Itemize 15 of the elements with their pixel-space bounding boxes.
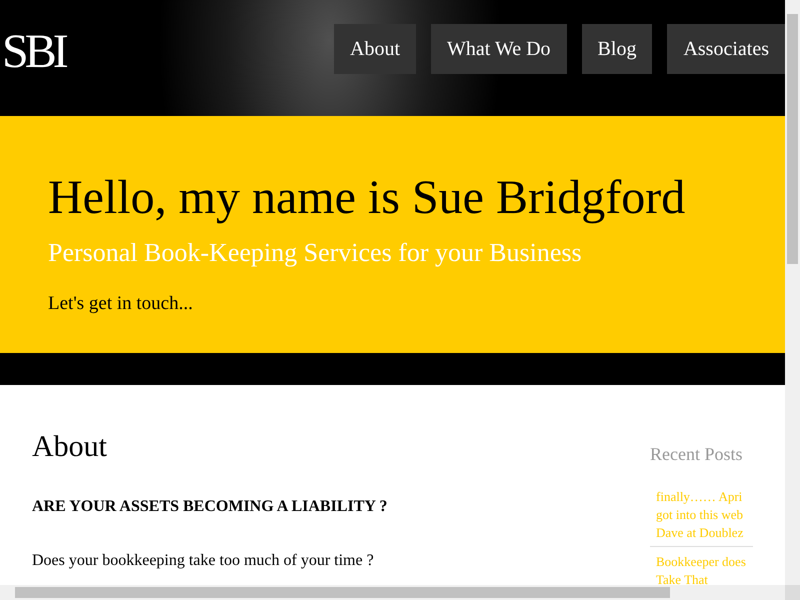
nav-button[interactable]: About: [334, 24, 416, 74]
hero-subtitle: Personal Book-Keeping Services for your Business: [48, 236, 583, 269]
nav-button[interactable]: Blog: [582, 24, 652, 74]
section-heading: About: [32, 429, 108, 465]
contact-link[interactable]: Let's get in touch...: [48, 290, 737, 318]
horizontal-scrollbar[interactable]: [0, 585, 785, 600]
site-logo[interactable]: SBI: [0, 0, 65, 116]
section-subheading: ARE YOUR ASSETS BECOMING A LIABILITY ?: [32, 497, 388, 517]
nav-button[interactable]: What We Do: [431, 24, 567, 74]
paragraph: Does your bookkeeping take too much of your time ?: [32, 551, 375, 571]
nav-button[interactable]: Associates: [667, 24, 785, 74]
vertical-scrollbar[interactable]: [785, 0, 800, 585]
scrollbar-corner: [785, 585, 800, 600]
hero-title: Hello, my name is Sue Bridgford: [48, 172, 686, 225]
sidebar-heading: Recent Posts: [650, 443, 744, 466]
